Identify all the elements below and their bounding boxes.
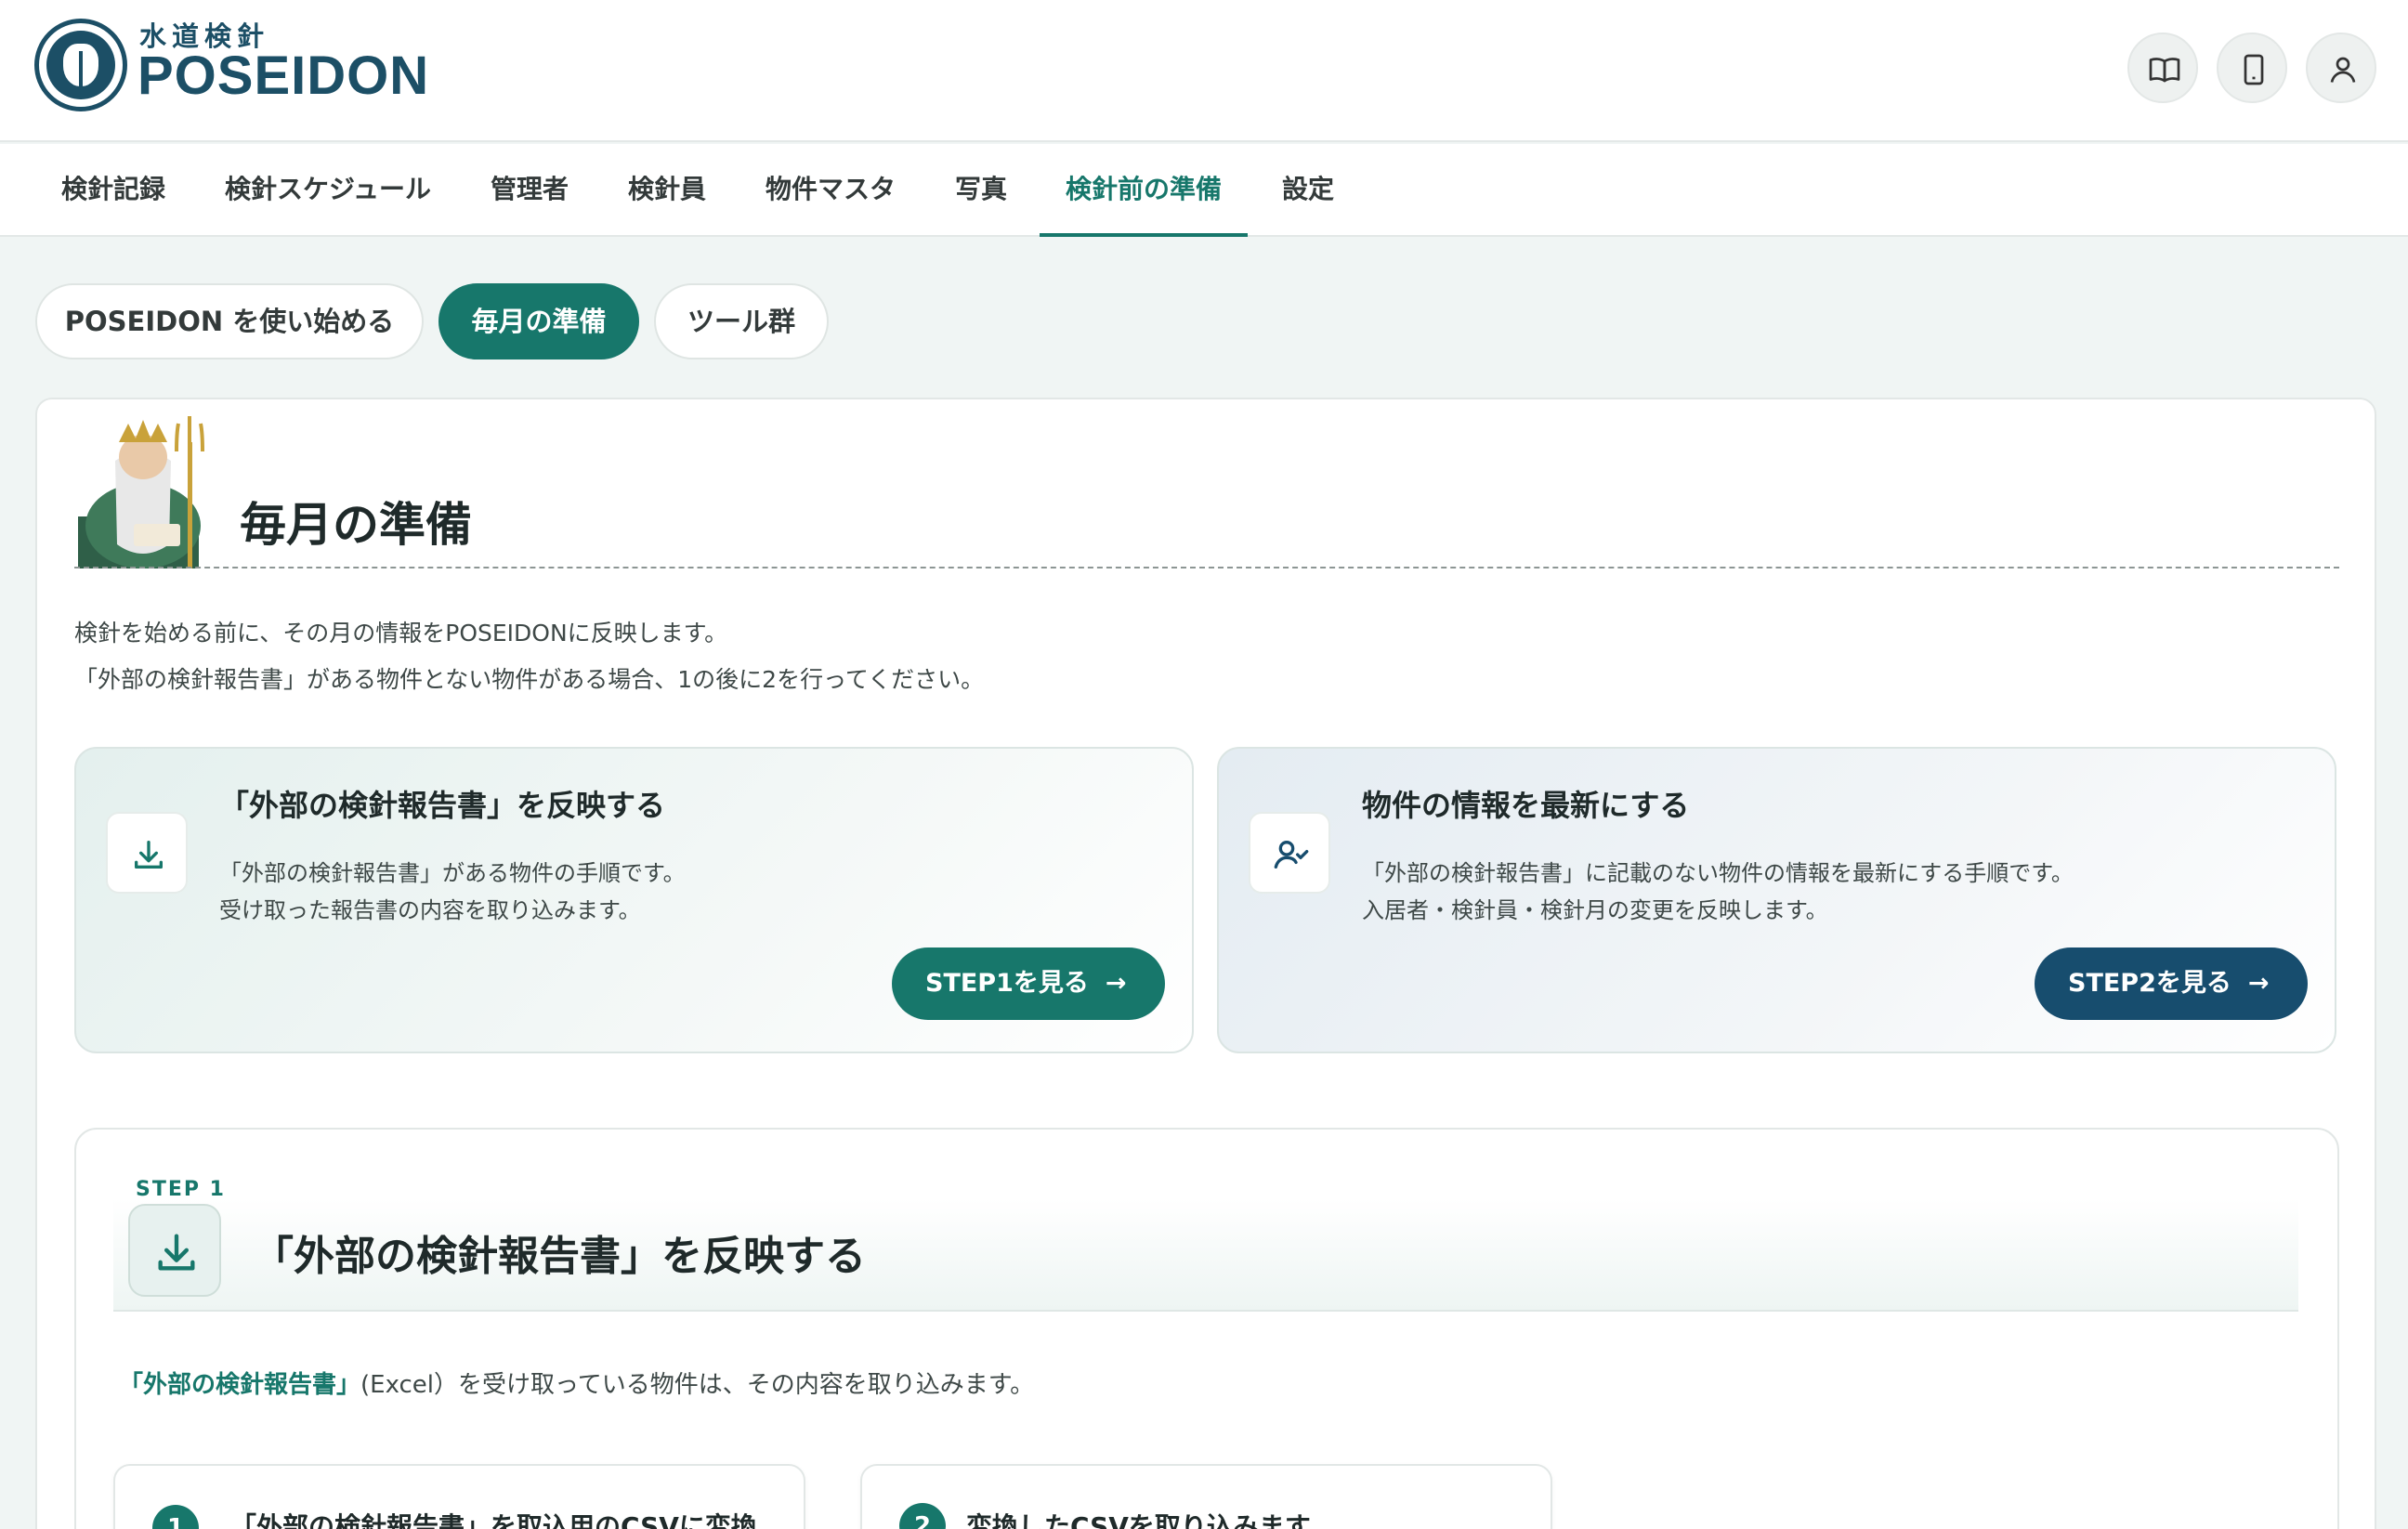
poseidon-mascot-icon xyxy=(78,416,204,568)
download-icon xyxy=(158,1234,195,1271)
tab-tools[interactable]: ツール群 xyxy=(654,283,829,359)
poseidon-logo-icon[interactable] xyxy=(34,19,127,111)
step1-icon-box xyxy=(128,1204,221,1297)
manual-button[interactable] xyxy=(2127,33,2198,103)
substep-number: 2 xyxy=(899,1503,946,1529)
nav-photos[interactable]: 写真 xyxy=(929,144,1033,237)
button-label: STEP2を見る xyxy=(2068,969,2231,998)
nav-admins[interactable]: 管理者 xyxy=(465,144,595,237)
tab-getting-started[interactable]: POSEIDON を使い始める xyxy=(35,283,424,359)
card-update-property-info: 物件の情報を最新にする 「外部の検針報告書」に記載のない物件の情報を最新にする手… xyxy=(1217,747,2336,1053)
device-button[interactable] xyxy=(2217,33,2287,103)
book-icon xyxy=(2149,58,2180,83)
card-desc-1: 「外部の検針報告書」に記載のない物件の情報を最新にする手順です。 xyxy=(1362,860,2074,886)
card-icon-box xyxy=(1249,812,1330,894)
card-desc-2: 受け取った報告書の内容を取り込みます。 xyxy=(219,897,641,923)
substep-number: 1 xyxy=(152,1505,199,1529)
card-apply-external-report: 「外部の検針報告書」を反映する 「外部の検針報告書」がある物件の手順です。 受け… xyxy=(74,747,1194,1053)
app-header: 水道検針 POSEIDON xyxy=(0,0,2408,142)
tab-monthly-prep[interactable]: 毎月の準備 xyxy=(438,283,639,359)
logo-title[interactable]: POSEIDON xyxy=(137,45,429,107)
step1-description-text: (Excel）を受け取っている物件は、その内容を取り込みます。 xyxy=(360,1371,1035,1399)
arrow-right-icon: → xyxy=(1105,969,1127,998)
nav-settings[interactable]: 設定 xyxy=(1256,144,1360,237)
nav-readers[interactable]: 検針員 xyxy=(602,144,732,237)
substep-title: 変換したCSVを取り込みます xyxy=(966,1511,1311,1529)
account-button[interactable] xyxy=(2306,33,2376,103)
arrow-right-icon: → xyxy=(2247,969,2270,998)
step1-title: 「外部の検針報告書」を反映する xyxy=(253,1233,866,1280)
tablet-icon xyxy=(2244,54,2264,85)
page-title: 毎月の準備 xyxy=(240,498,472,552)
card-icon-box xyxy=(106,812,188,894)
card-title: 「外部の検針報告書」を反映する xyxy=(219,788,666,823)
view-step2-button[interactable]: STEP2を見る → xyxy=(2035,947,2308,1020)
nav-reading-schedule[interactable]: 検針スケジュール xyxy=(199,144,457,237)
substep-title: 「外部の検針報告書」を取込用のCSVに変換 xyxy=(230,1511,757,1529)
intro-text-1: 検針を始める前に、その月の情報をPOSEIDONに反映します。 xyxy=(74,620,728,647)
download-icon xyxy=(135,841,163,869)
substep-card-2[interactable]: 2 変換したCSVを取り込みます xyxy=(860,1464,1552,1529)
step1-label: STEP 1 xyxy=(136,1178,226,1201)
step1-description: 「外部の検針報告書」(Excel）を受け取っている物件は、その内容を取り込みます… xyxy=(119,1366,1034,1400)
card-title: 物件の情報を最新にする xyxy=(1362,788,1690,823)
main-nav: 検針記録 検針スケジュール 管理者 検針員 物件マスタ 写真 検針前の準備 設定 xyxy=(0,144,2408,237)
intro-text-2: 「外部の検針報告書」がある物件とない物件がある場合、1の後に2を行ってください。 xyxy=(74,666,985,693)
nav-reading-records[interactable]: 検針記録 xyxy=(35,144,191,237)
nav-property-master[interactable]: 物件マスタ xyxy=(739,144,922,237)
view-step1-button[interactable]: STEP1を見る → xyxy=(892,947,1165,1020)
title-divider xyxy=(74,567,2339,568)
button-label: STEP1を見る xyxy=(925,969,1089,998)
substep-card-1[interactable]: 1 「外部の検針報告書」を取込用のCSVに変換 xyxy=(113,1464,805,1529)
card-desc-2: 入居者・検針員・検針月の変更を反映します。 xyxy=(1362,897,1828,923)
nav-preparation[interactable]: 検針前の準備 xyxy=(1040,144,1249,237)
user-icon xyxy=(2330,57,2356,83)
card-desc-1: 「外部の検針報告書」がある物件の手順です。 xyxy=(219,860,686,886)
external-report-highlight: 「外部の検針報告書」 xyxy=(119,1371,361,1399)
user-check-icon xyxy=(1274,841,1309,869)
